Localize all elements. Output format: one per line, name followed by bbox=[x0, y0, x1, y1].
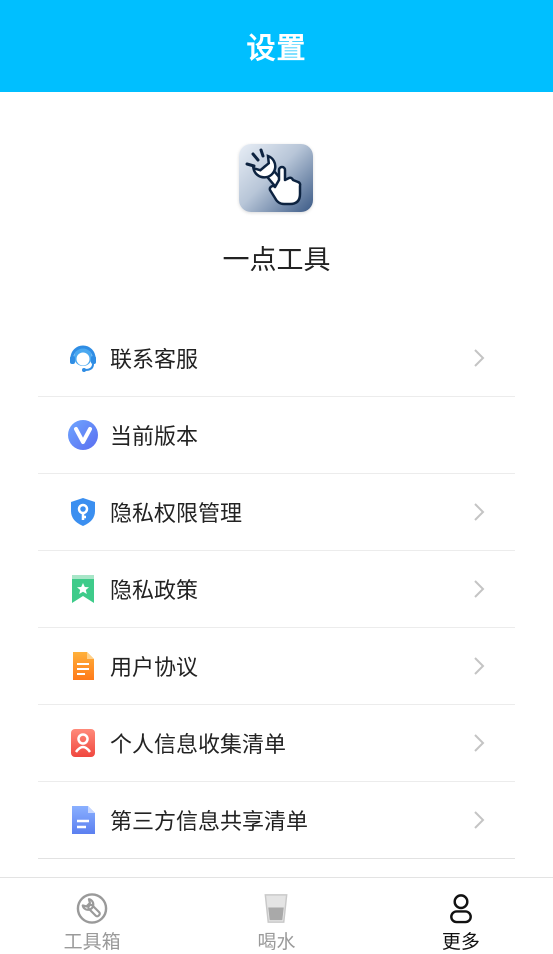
person-card-icon bbox=[71, 729, 95, 757]
menu-item-customer-service[interactable]: 联系客服 bbox=[38, 320, 515, 397]
menu-item-label: 隐私权限管理 bbox=[110, 502, 243, 527]
tab-drink-water[interactable]: 喝水 bbox=[184, 878, 368, 954]
chevron-right-icon bbox=[474, 580, 485, 598]
menu-item-label: 第三方信息共享清单 bbox=[110, 810, 309, 835]
chevron-right-icon bbox=[474, 503, 485, 521]
version-icon bbox=[68, 420, 98, 450]
document-icon bbox=[73, 652, 94, 680]
menu-item-label: 个人信息收集清单 bbox=[110, 733, 287, 758]
page-title: 设置 bbox=[246, 31, 307, 65]
menu-item-privacy-policy[interactable]: 隐私政策 bbox=[38, 551, 515, 628]
menu-item-label: 联系客服 bbox=[110, 348, 199, 373]
menu-item-privacy-permissions[interactable]: 隐私权限管理 bbox=[38, 474, 515, 551]
chevron-right-icon bbox=[474, 349, 485, 367]
tab-toolbox[interactable]: 工具箱 bbox=[0, 878, 184, 954]
chevron-right-icon bbox=[474, 811, 485, 829]
tab-label: 更多 bbox=[441, 931, 480, 953]
menu-item-version[interactable]: 当前版本 bbox=[38, 397, 515, 474]
wrench-icon bbox=[76, 893, 108, 924]
menu-item-personal-info-list[interactable]: 个人信息收集清单 bbox=[38, 705, 515, 782]
wrench-hand-icon bbox=[239, 144, 313, 212]
share-list-icon bbox=[72, 806, 95, 834]
menu-item-label: 用户协议 bbox=[110, 656, 199, 681]
water-glass-icon bbox=[264, 894, 288, 923]
header-bar: 设置 bbox=[0, 0, 553, 92]
tab-label: 工具箱 bbox=[63, 931, 121, 953]
bookmark-star-icon bbox=[72, 575, 94, 603]
chevron-right-icon bbox=[474, 657, 485, 675]
user-icon bbox=[449, 894, 472, 924]
menu-item-third-party-sharing-list[interactable]: 第三方信息共享清单 bbox=[38, 782, 515, 859]
app-name: 一点工具 bbox=[222, 245, 331, 276]
settings-menu: 联系客服 当前版本 隐私权限管理 隐私政策 用户协议 个人信息收集清单 第三方信… bbox=[38, 320, 515, 859]
chevron-right-icon bbox=[474, 734, 485, 752]
menu-item-user-agreement[interactable]: 用户协议 bbox=[38, 628, 515, 705]
tab-label: 喝水 bbox=[257, 931, 296, 953]
tab-more[interactable]: 更多 bbox=[369, 878, 553, 954]
customer-service-icon bbox=[70, 345, 96, 372]
bottom-tab-bar: 工具箱 喝水 更多 bbox=[0, 877, 553, 954]
shield-key-icon bbox=[71, 498, 95, 526]
menu-item-label: 当前版本 bbox=[110, 425, 199, 450]
menu-item-label: 隐私政策 bbox=[110, 579, 199, 604]
